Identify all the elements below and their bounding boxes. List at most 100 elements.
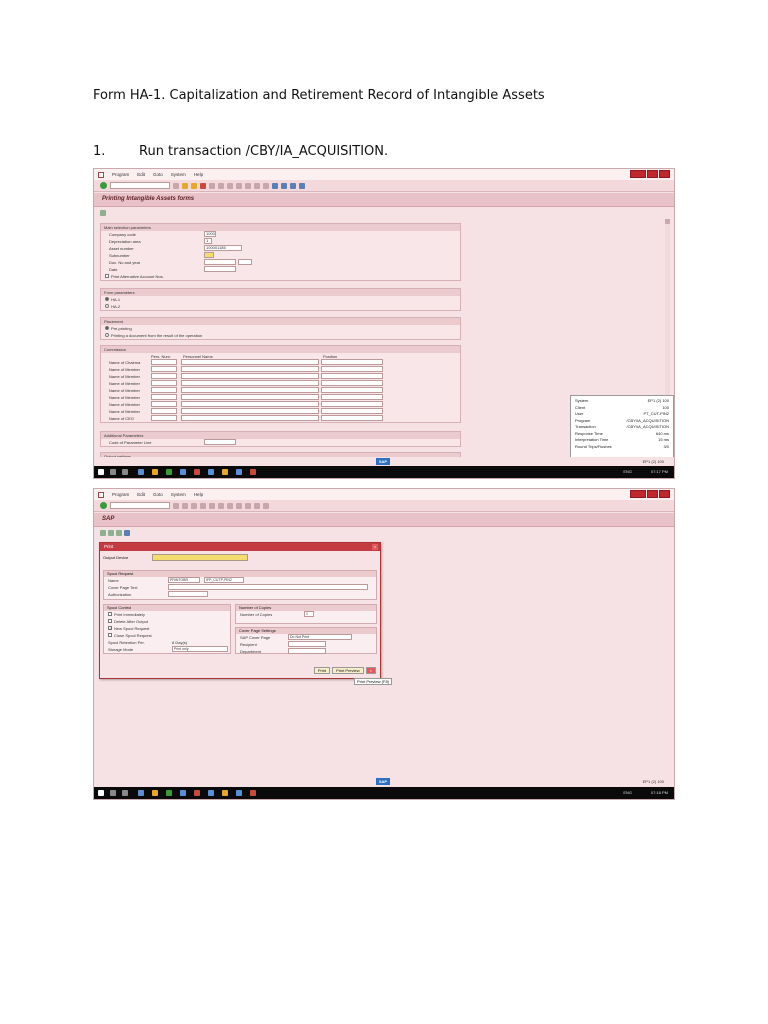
language-indicator[interactable]: ENG — [623, 469, 632, 474]
print-preview-button[interactable]: Print Preview — [332, 667, 364, 674]
execute-icon[interactable] — [100, 210, 106, 216]
new-session-icon[interactable] — [272, 182, 278, 189]
authorization-input[interactable] — [168, 591, 208, 597]
pers-num-input[interactable] — [151, 366, 177, 372]
menu-help[interactable]: Help — [194, 172, 203, 177]
print-alt-checkbox[interactable] — [105, 274, 109, 278]
menu-goto[interactable]: Goto — [153, 492, 163, 497]
personnel-name-input[interactable] — [181, 387, 319, 393]
first-page-icon[interactable] — [236, 182, 242, 189]
close-icon[interactable] — [659, 490, 670, 498]
browser-icon[interactable] — [138, 790, 144, 796]
company-code-input[interactable]: 1000 — [204, 231, 216, 237]
personnel-name-input[interactable] — [181, 359, 319, 365]
find-icon[interactable] — [218, 182, 224, 189]
shortcut-icon[interactable] — [281, 182, 287, 189]
next-page-icon[interactable] — [254, 182, 260, 189]
personnel-name-input[interactable] — [181, 401, 319, 407]
prev-page-icon[interactable] — [245, 182, 251, 189]
sap-menu-icon[interactable] — [98, 171, 104, 178]
position-input[interactable] — [321, 401, 383, 407]
find-next-icon[interactable] — [227, 502, 233, 509]
excel-icon[interactable] — [166, 469, 172, 475]
pers-num-input[interactable] — [151, 415, 177, 421]
folder-icon[interactable] — [152, 469, 158, 475]
doc-no-input[interactable] — [204, 259, 236, 265]
pers-num-input[interactable] — [151, 401, 177, 407]
next-page-icon[interactable] — [254, 502, 260, 509]
maximize-icon[interactable] — [647, 170, 658, 178]
department-input[interactable] — [288, 648, 326, 654]
position-input[interactable] — [321, 387, 383, 393]
position-input[interactable] — [321, 408, 383, 414]
selection-icon[interactable] — [116, 530, 122, 536]
help-icon[interactable] — [290, 182, 296, 189]
system-status[interactable]: EP1 (2) 100 — [643, 459, 664, 464]
browser-icon[interactable] — [138, 469, 144, 475]
position-input[interactable] — [321, 394, 383, 400]
print-icon[interactable] — [209, 502, 215, 509]
excel-icon[interactable] — [166, 790, 172, 796]
pers-num-input[interactable] — [151, 373, 177, 379]
menu-edit[interactable]: Edit — [137, 492, 145, 497]
last-page-icon[interactable] — [263, 502, 269, 509]
doc-year-input[interactable] — [238, 259, 252, 265]
last-page-icon[interactable] — [263, 182, 269, 189]
personnel-name-input[interactable] — [181, 394, 319, 400]
menu-goto[interactable]: Goto — [153, 172, 163, 177]
sap-logon-icon[interactable] — [222, 790, 228, 796]
copies-input[interactable]: 1 — [304, 611, 314, 617]
find-next-icon[interactable] — [227, 182, 233, 189]
cancel-button-icon[interactable]: × — [365, 667, 376, 674]
word-icon[interactable] — [208, 469, 214, 475]
position-input[interactable] — [321, 380, 383, 386]
save-icon[interactable] — [173, 182, 179, 189]
depreciation-area-input[interactable]: 1 — [204, 238, 212, 244]
pers-num-input[interactable] — [151, 387, 177, 393]
parameter-line-input[interactable] — [204, 439, 236, 445]
cancel-icon[interactable] — [200, 502, 206, 509]
cover-text-input[interactable] — [168, 584, 368, 590]
pers-num-input[interactable] — [151, 394, 177, 400]
windows-start-icon[interactable] — [98, 790, 104, 796]
minimize-icon[interactable] — [630, 490, 646, 498]
back-icon[interactable] — [182, 182, 188, 189]
app-icon[interactable] — [194, 790, 200, 796]
sap-cover-select[interactable]: Do Not Print — [288, 634, 352, 640]
info-icon[interactable] — [124, 530, 130, 536]
exit-icon[interactable] — [191, 182, 197, 189]
save-icon[interactable] — [173, 502, 179, 509]
enter-icon[interactable] — [100, 502, 107, 509]
position-input[interactable] — [321, 366, 383, 372]
ha1-radio[interactable] — [105, 297, 109, 301]
command-field[interactable] — [110, 502, 170, 509]
menu-system[interactable]: System — [171, 492, 186, 497]
spool-option-checkbox[interactable] — [108, 612, 112, 616]
personnel-name-input[interactable] — [181, 408, 319, 414]
menu-edit[interactable]: Edit — [137, 172, 145, 177]
pers-num-input[interactable] — [151, 380, 177, 386]
ie-icon[interactable] — [236, 790, 242, 796]
back-icon[interactable] — [182, 502, 188, 509]
spool-name-input-1[interactable]: PRINTOBR — [168, 577, 200, 583]
position-input[interactable] — [321, 373, 383, 379]
word-icon[interactable] — [208, 790, 214, 796]
pers-num-input[interactable] — [151, 359, 177, 365]
sap-logon-icon[interactable] — [222, 469, 228, 475]
menu-system[interactable]: System — [171, 172, 186, 177]
personnel-name-input[interactable] — [181, 366, 319, 372]
output-device-input[interactable] — [152, 554, 248, 561]
search-icon[interactable] — [110, 790, 116, 796]
sap-gui-icon[interactable] — [250, 469, 256, 475]
result-radio[interactable] — [105, 333, 109, 337]
menu-program[interactable]: Program — [112, 172, 129, 177]
scroll-up-icon[interactable] — [665, 219, 670, 224]
task-view-icon[interactable] — [122, 469, 128, 475]
exit-icon[interactable] — [191, 502, 197, 509]
position-input[interactable] — [321, 415, 383, 421]
outlook-icon[interactable] — [180, 790, 186, 796]
folder-icon[interactable] — [152, 790, 158, 796]
pers-num-input[interactable] — [151, 408, 177, 414]
maximize-icon[interactable] — [647, 490, 658, 498]
subnumber-input[interactable] — [204, 252, 214, 258]
